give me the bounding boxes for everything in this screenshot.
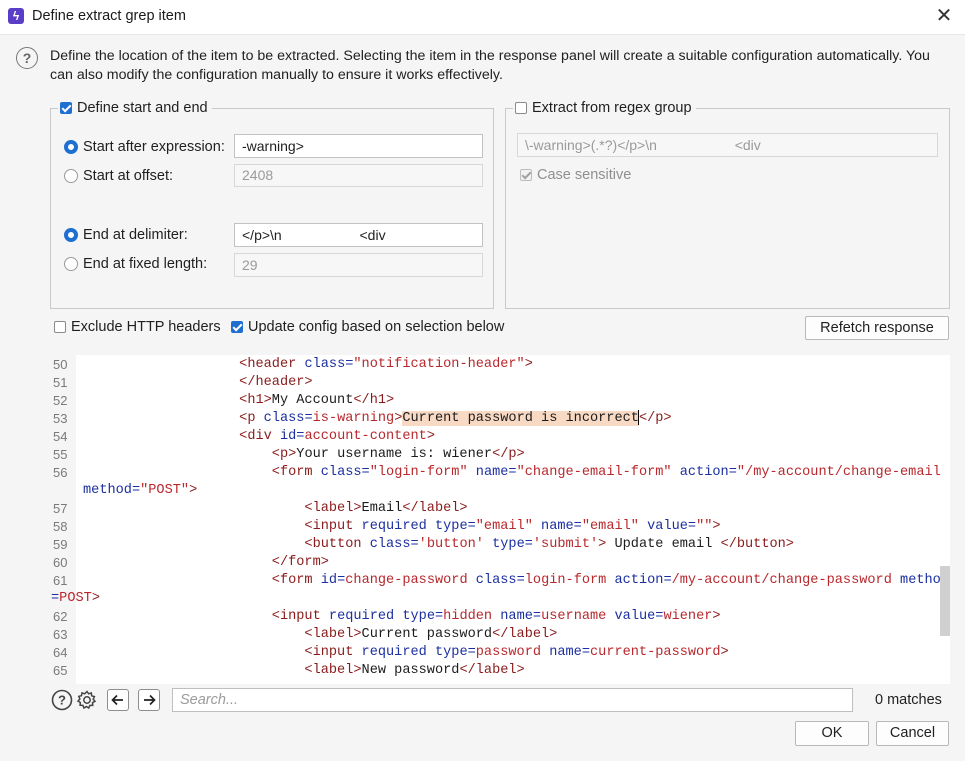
- search-input[interactable]: Search...: [172, 688, 853, 712]
- update-config-row[interactable]: Update config based on selection below: [231, 319, 504, 335]
- line-number: 58: [53, 519, 68, 534]
- start-offset-label: Start at offset:: [83, 168, 174, 184]
- exclude-headers-row[interactable]: Exclude HTTP headers: [54, 319, 221, 335]
- line-number: 56: [53, 465, 68, 480]
- line-number: 59: [53, 537, 68, 552]
- end-fixed-radio-row[interactable]: End at fixed length:: [64, 256, 207, 272]
- match-count: 0 matches: [875, 692, 942, 708]
- refetch-response-button[interactable]: Refetch response: [805, 316, 949, 340]
- line-number: 55: [53, 447, 68, 462]
- end-delimiter-radio[interactable]: [64, 228, 78, 242]
- arrow-left-icon[interactable]: [107, 689, 129, 711]
- code-line: 59 <button class='button' type='submit'>…: [53, 537, 794, 552]
- line-number: 57: [53, 501, 68, 516]
- case-sensitive-checkbox: [520, 169, 532, 181]
- end-fixed-input: 29: [234, 253, 483, 277]
- line-number: 65: [53, 663, 68, 678]
- code-line: 53 <p class=is-warning>Current password …: [53, 410, 672, 427]
- update-config-label: Update config based on selection below: [248, 319, 505, 335]
- cancel-button[interactable]: Cancel: [876, 721, 949, 746]
- close-icon[interactable]: ✕: [934, 4, 954, 28]
- code-scrollbar-thumb[interactable]: [940, 566, 950, 636]
- define-start-end-label: Define start and end: [77, 100, 208, 116]
- code-line: 58 <input required type="email" name="em…: [53, 519, 721, 534]
- svg-text:?: ?: [58, 693, 66, 708]
- description-text: Define the location of the item to be ex…: [50, 48, 930, 83]
- code-line: 52 <h1>My Account</h1>: [53, 393, 395, 408]
- code-line: 62 <input required type=hidden name=user…: [53, 609, 721, 624]
- response-code-panel[interactable]: 50 <header class="notification-header"> …: [51, 355, 950, 684]
- start-after-label: Start after expression:: [83, 139, 225, 155]
- code-line: method="POST">: [83, 483, 198, 498]
- exclude-headers-label: Exclude HTTP headers: [71, 319, 221, 335]
- line-number: 51: [53, 375, 68, 390]
- update-config-checkbox[interactable]: [231, 321, 243, 333]
- code-line: 63 <label>Current password</label>: [53, 627, 558, 642]
- start-after-input[interactable]: -warning>: [234, 134, 483, 158]
- line-number: 61: [53, 573, 68, 588]
- start-after-radio-row[interactable]: Start after expression:: [64, 139, 225, 155]
- help-icon: ?: [16, 47, 38, 69]
- help-icon-button[interactable]: ?: [51, 689, 73, 711]
- end-fixed-radio[interactable]: [64, 257, 78, 271]
- line-number: 62: [53, 609, 68, 624]
- end-delimiter-input[interactable]: </p>\n <div: [234, 223, 483, 247]
- case-sensitive-row: Case sensitive: [520, 167, 631, 183]
- start-offset-radio-row[interactable]: Start at offset:: [64, 168, 173, 184]
- code-line: 56 <form class="login-form" name="change…: [53, 465, 949, 480]
- line-number: 50: [53, 357, 68, 372]
- end-fixed-label: End at fixed length:: [83, 256, 208, 272]
- start-offset-input: 2408: [234, 164, 483, 187]
- code-line: 61 <form id=change-password class=login-…: [53, 573, 949, 588]
- regex-input: \-warning>(.*?)</p>\n <div: [517, 133, 938, 157]
- end-delimiter-label: End at delimiter:: [83, 227, 188, 243]
- code-line: 51 </header>: [53, 375, 313, 390]
- exclude-headers-checkbox[interactable]: [54, 321, 66, 333]
- extract-regex-checkbox[interactable]: [515, 102, 527, 114]
- regex-legend[interactable]: Extract from regex group: [513, 100, 696, 116]
- line-number: 52: [53, 393, 68, 408]
- case-sensitive-label: Case sensitive: [537, 167, 632, 183]
- code-line: 57 <label>Email</label>: [53, 501, 468, 516]
- window-title: Define extract grep item: [32, 8, 186, 24]
- start-end-legend[interactable]: Define start and end: [58, 100, 212, 116]
- line-number: 54: [53, 429, 68, 444]
- line-number: 64: [53, 645, 68, 660]
- code-line: 54 <div id=account-content>: [53, 429, 435, 444]
- code-line: 50 <header class="notification-header">: [53, 357, 533, 372]
- settings-gear-icon[interactable]: [76, 689, 98, 711]
- line-number: 60: [53, 555, 68, 570]
- start-offset-radio[interactable]: [64, 169, 78, 183]
- define-start-end-checkbox[interactable]: [60, 102, 72, 114]
- code-line: 55 <p>Your username is: wiener</p>: [53, 447, 525, 462]
- line-number: 53: [53, 411, 68, 426]
- code-line: 65 <label>New password</label>: [53, 663, 525, 678]
- code-line: 60 </form>: [53, 555, 329, 570]
- arrow-right-icon[interactable]: [138, 689, 160, 711]
- extract-regex-label: Extract from regex group: [532, 100, 692, 116]
- end-delimiter-radio-row[interactable]: End at delimiter:: [64, 227, 188, 243]
- app-logo-icon: ϟ: [8, 8, 24, 24]
- start-after-radio[interactable]: [64, 140, 78, 154]
- title-bar: ϟ Define extract grep item ✕: [0, 0, 965, 35]
- ok-button[interactable]: OK: [795, 721, 869, 746]
- code-line: =POST>: [51, 591, 100, 606]
- code-line: 64 <input required type=password name=cu…: [53, 645, 729, 660]
- selected-text-highlight[interactable]: Current password is incorrect: [402, 411, 639, 427]
- line-number: 63: [53, 627, 68, 642]
